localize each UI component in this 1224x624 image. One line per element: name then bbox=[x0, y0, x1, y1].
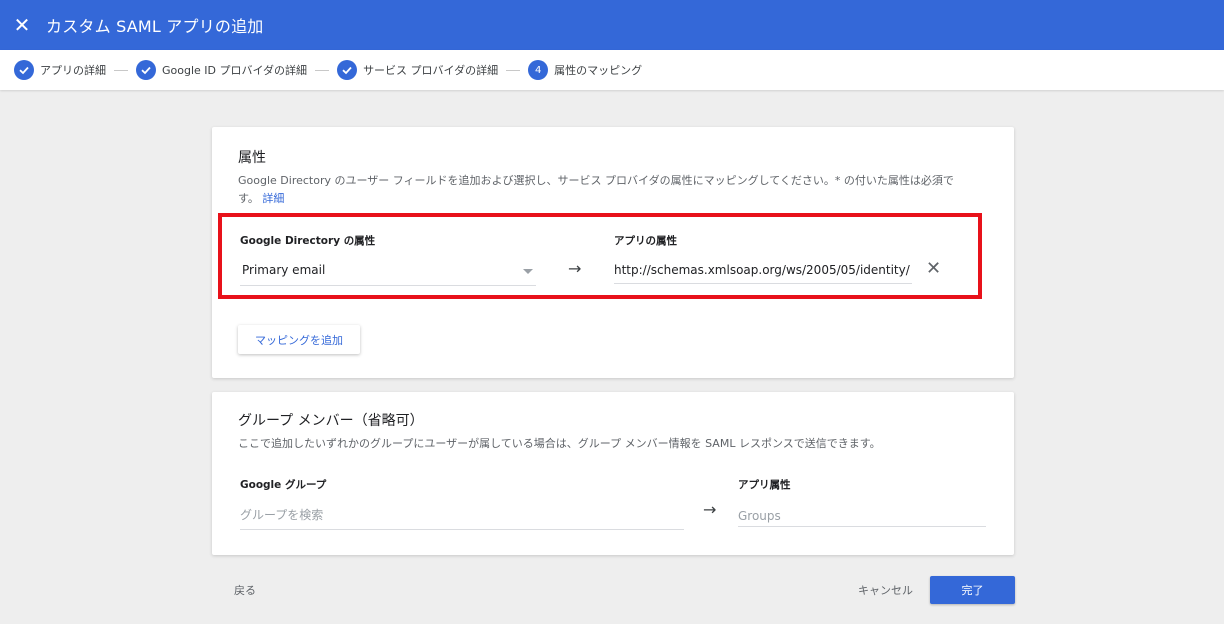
check-icon bbox=[337, 60, 358, 80]
page-title: カスタム SAML アプリの追加 bbox=[46, 17, 264, 36]
step-label: Google ID プロバイダの詳細 bbox=[162, 64, 308, 77]
google-group-label: Google グループ bbox=[240, 479, 327, 491]
check-icon bbox=[136, 60, 156, 80]
step-divider bbox=[114, 69, 128, 71]
check-icon bbox=[14, 60, 34, 80]
input-underline bbox=[614, 283, 912, 284]
step-divider bbox=[506, 69, 521, 71]
attributes-card: 属性 Google Directory のユーザー フィールドを追加および選択し… bbox=[212, 127, 1014, 378]
google-group-search-input[interactable]: グループを検索 bbox=[240, 506, 323, 523]
step-attribute-mapping[interactable]: 4 属性のマッピング bbox=[528, 60, 642, 80]
step-number: 4 bbox=[528, 60, 549, 80]
highlight-box bbox=[218, 213, 982, 299]
step-label: 属性のマッピング bbox=[554, 64, 643, 77]
groups-description: ここで追加したいずれかのグループにユーザーが属している場合は、グループ メンバー… bbox=[238, 437, 881, 450]
app-attribute-input[interactable]: Groups bbox=[738, 509, 781, 523]
group-members-card: グループ メンバー（省略可） ここで追加したいずれかのグループにユーザーが属して… bbox=[212, 392, 1014, 555]
step-app-details[interactable]: アプリの詳細 bbox=[14, 60, 106, 80]
attributes-description: Google Directory のユーザー フィールドを追加および選択し、サー… bbox=[238, 174, 954, 205]
select-underline bbox=[240, 285, 536, 286]
add-mapping-button[interactable]: マッピングを追加 bbox=[238, 325, 360, 354]
back-button[interactable]: 戻る bbox=[234, 582, 256, 598]
chevron-down-icon[interactable] bbox=[523, 269, 533, 274]
app-bar: ✕ カスタム SAML アプリの追加 bbox=[0, 0, 1224, 50]
step-divider bbox=[315, 69, 330, 71]
directory-attr-select[interactable]: Primary email bbox=[242, 263, 325, 277]
groups-title: グループ メンバー（省略可） bbox=[238, 413, 424, 429]
directory-attr-label: Google Directory の属性 bbox=[240, 235, 376, 247]
step-label: サービス プロバイダの詳細 bbox=[363, 64, 499, 77]
step-sp-details[interactable]: サービス プロバイダの詳細 bbox=[337, 60, 498, 80]
app-attr-label: アプリの属性 bbox=[614, 235, 677, 247]
app-attr-input[interactable]: http://schemas.xmlsoap.org/ws/2005/05/id… bbox=[614, 263, 912, 277]
done-button[interactable]: 完了 bbox=[930, 576, 1015, 604]
stepper: アプリの詳細 Google ID プロバイダの詳細 サービス プロバイダの詳細 … bbox=[0, 50, 1224, 90]
step-label: アプリの詳細 bbox=[40, 64, 106, 77]
arrow-right-icon: → bbox=[703, 500, 717, 519]
arrow-right-icon: → bbox=[568, 259, 582, 278]
input-underline bbox=[240, 529, 684, 530]
input-underline bbox=[738, 526, 986, 527]
attributes-title: 属性 bbox=[238, 150, 266, 166]
step-idp-details[interactable]: Google ID プロバイダの詳細 bbox=[136, 60, 307, 80]
detail-link[interactable]: 詳細 bbox=[262, 192, 284, 205]
cancel-button[interactable]: キャンセル bbox=[858, 582, 913, 598]
remove-mapping-icon[interactable]: ✕ bbox=[926, 258, 941, 279]
app-attribute-label: アプリ属性 bbox=[738, 479, 791, 491]
close-icon[interactable]: ✕ bbox=[0, 0, 44, 50]
